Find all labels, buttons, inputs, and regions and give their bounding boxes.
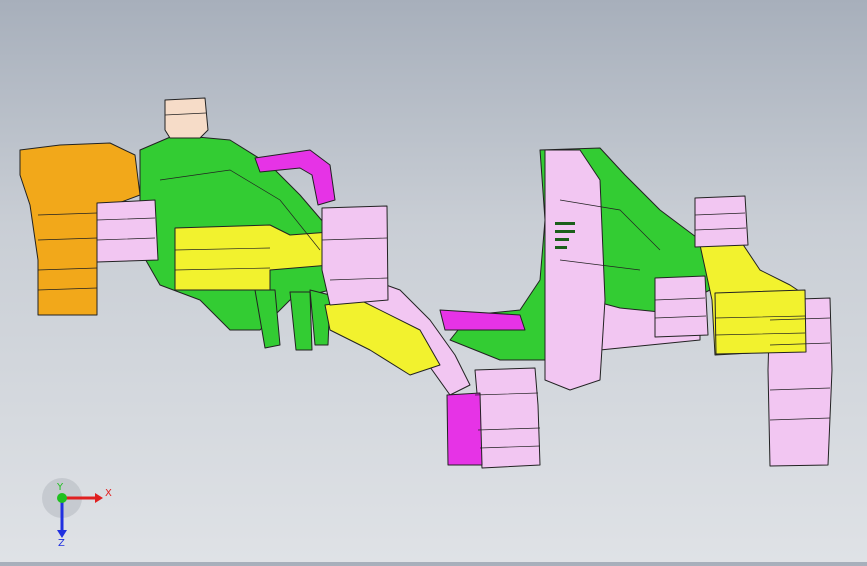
pink-cylinder-topright bbox=[694, 195, 749, 248]
coordinate-triad: X Y Z bbox=[40, 478, 120, 549]
x-axis-label: X bbox=[105, 488, 112, 499]
pink-cylinder-bottom bbox=[474, 367, 541, 469]
cad-model[interactable] bbox=[0, 0, 867, 562]
pink-cylinder-left bbox=[96, 199, 159, 263]
magenta-cylinder-bottom bbox=[446, 392, 483, 466]
y-axis-label: Y bbox=[56, 482, 64, 493]
pink-center-bracket bbox=[544, 149, 606, 391]
green-bracket-legs bbox=[254, 289, 331, 351]
pink-cylinder-midleft bbox=[321, 205, 389, 306]
z-axis-label: Z bbox=[58, 538, 65, 548]
y-axis-dot bbox=[57, 493, 67, 503]
x-axis-head bbox=[95, 493, 103, 503]
yellow-beam-lower bbox=[324, 299, 441, 376]
z-axis-head bbox=[57, 530, 67, 538]
pink-cylinder-rightmid bbox=[654, 275, 709, 338]
3d-viewport[interactable] bbox=[0, 0, 867, 562]
peach-stud-top bbox=[164, 97, 209, 139]
